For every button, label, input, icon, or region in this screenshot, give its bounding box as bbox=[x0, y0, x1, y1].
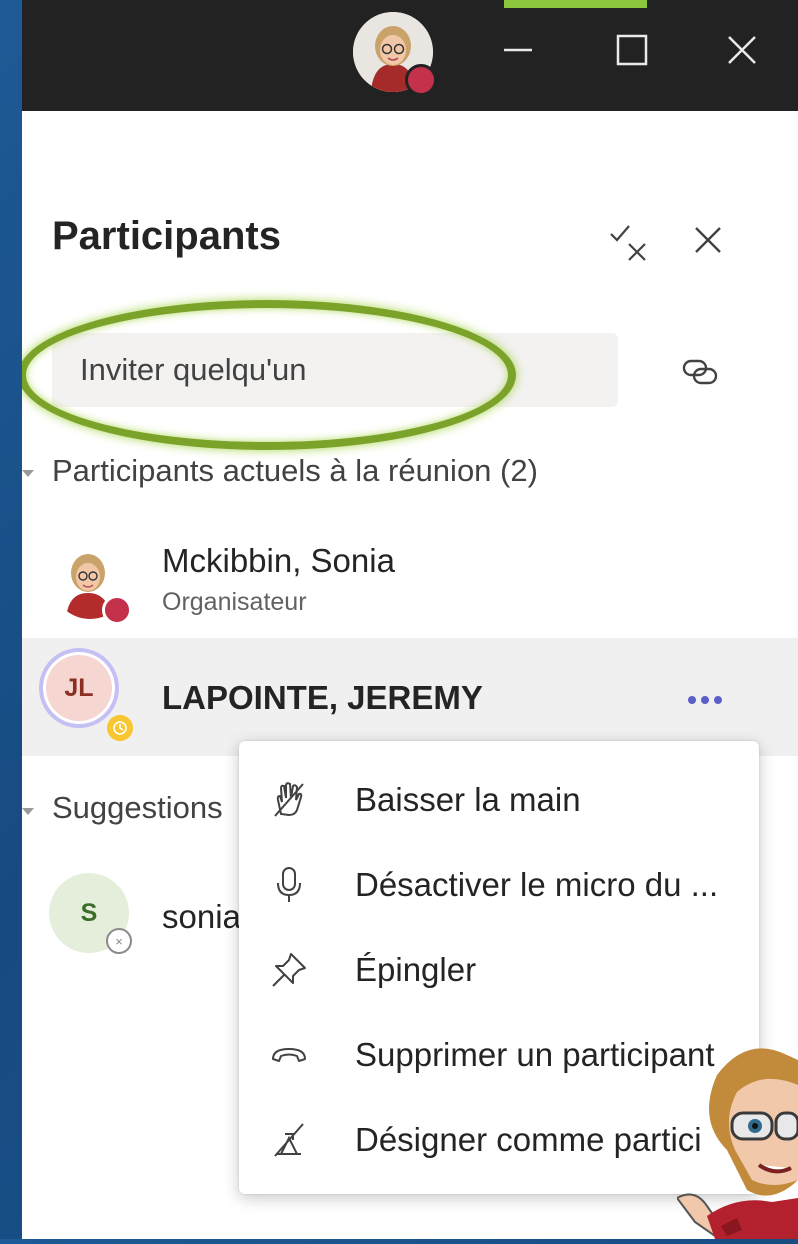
check-x-icon bbox=[610, 225, 646, 261]
current-participants-title[interactable]: Participants actuels à la réunion (2) bbox=[52, 453, 538, 489]
suggestion-name[interactable]: sonia bbox=[162, 898, 241, 936]
designate-attendee-icon bbox=[267, 1118, 311, 1162]
clock-icon bbox=[113, 721, 127, 735]
close-icon bbox=[695, 227, 721, 253]
offline-status-icon: × bbox=[106, 928, 132, 954]
pin-icon bbox=[267, 948, 311, 992]
menu-item-label: Épingler bbox=[355, 951, 477, 988]
menu-item-label: Désactiver le micro du ... bbox=[355, 866, 719, 903]
dot bbox=[714, 696, 722, 704]
close-panel-button[interactable] bbox=[686, 218, 730, 262]
invite-field[interactable] bbox=[52, 333, 618, 407]
hang-up-icon bbox=[267, 1033, 311, 1077]
avatar-initials: JL bbox=[64, 673, 94, 702]
away-status-icon bbox=[104, 712, 136, 744]
participant-row[interactable]: Mckibbin, Sonia Organisateur bbox=[22, 525, 798, 635]
minimize-icon bbox=[504, 48, 532, 52]
menu-item-lower-hand[interactable]: Baisser la main bbox=[239, 762, 759, 838]
avatar-initials: S bbox=[80, 898, 98, 927]
accent-tab bbox=[504, 0, 647, 8]
minimize-button[interactable] bbox=[488, 20, 548, 80]
suggestions-title[interactable]: Suggestions bbox=[52, 790, 223, 826]
close-icon bbox=[728, 36, 756, 64]
menu-item-label: Supprimer un participant bbox=[355, 1036, 715, 1073]
participant-role: Organisateur bbox=[162, 588, 307, 616]
participant-name: LAPOINTE, JEREMY bbox=[162, 679, 483, 716]
menu-item-label: Baisser la main bbox=[355, 781, 581, 818]
share-link-button[interactable] bbox=[678, 350, 722, 394]
participant-name: Mckibbin, Sonia bbox=[162, 542, 395, 579]
close-window-button[interactable] bbox=[712, 20, 772, 80]
menu-item-label: Désigner comme partici bbox=[355, 1121, 702, 1158]
title-bar bbox=[22, 0, 798, 111]
microphone-icon bbox=[267, 863, 311, 907]
menu-item-pin[interactable]: Épingler bbox=[239, 932, 759, 1008]
mute-all-button[interactable] bbox=[607, 218, 651, 262]
busy-status-icon bbox=[405, 64, 437, 96]
menu-item-mute-participant[interactable]: Désactiver le micro du ... bbox=[239, 847, 759, 923]
dot bbox=[701, 696, 709, 704]
more-options-button[interactable] bbox=[680, 680, 730, 720]
lower-hand-icon bbox=[267, 778, 311, 822]
busy-status-icon bbox=[102, 595, 132, 625]
maximize-button[interactable] bbox=[602, 20, 662, 80]
presenter-bitmoji-image bbox=[675, 1030, 798, 1239]
dot bbox=[688, 696, 696, 704]
section-caret-icon[interactable] bbox=[22, 470, 34, 477]
participant-avatar-initials: JL bbox=[39, 648, 119, 728]
invite-input[interactable] bbox=[80, 333, 600, 407]
section-caret-icon[interactable] bbox=[22, 808, 34, 815]
link-icon bbox=[682, 359, 718, 385]
maximize-icon bbox=[616, 34, 648, 66]
panel-title: Participants bbox=[52, 214, 281, 258]
